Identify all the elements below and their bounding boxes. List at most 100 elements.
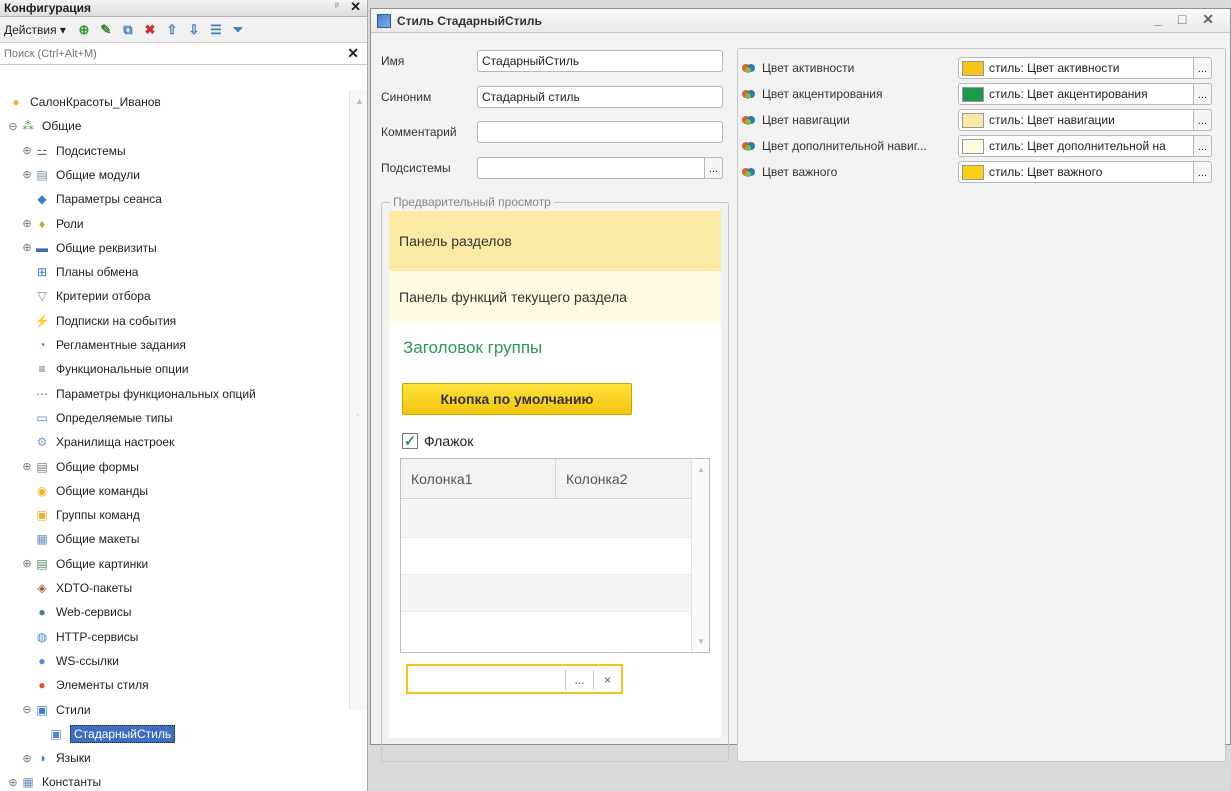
clear-icon[interactable]: × (593, 670, 621, 690)
copy-icon[interactable]: ⧉ (120, 22, 136, 38)
preview-input-field[interactable]: ... × (406, 664, 623, 694)
name-field[interactable]: СтадарныйСтиль (477, 50, 723, 72)
color-row[interactable]: Цвет активности стиль: Цвет активности... (742, 57, 1212, 79)
color-select-button[interactable]: ... (1194, 161, 1212, 183)
edit-icon[interactable]: ✎ (98, 22, 114, 38)
tree-item[interactable]: ⊕ ▦ Константы (6, 770, 101, 791)
actions-menu[interactable]: Действия ▾ (4, 23, 66, 37)
add-icon[interactable]: ⊕ (76, 22, 92, 38)
tree-scrollbar[interactable]: ▲ ▫ (349, 90, 367, 710)
scroll-thumb[interactable]: ▫ (356, 410, 360, 421)
tree-item[interactable]: ● Web-сервисы (20, 600, 131, 624)
tree-item[interactable]: ⊕ ▤ Общие модули (20, 163, 140, 187)
color-select-button[interactable]: ... (1194, 83, 1212, 105)
preview-table[interactable]: Колонка1 Колонка2 ▲ ▼ (400, 458, 710, 653)
search-input[interactable] (0, 43, 330, 64)
tree-item[interactable]: ⊕ ◑ Языки (20, 746, 90, 770)
tree-item[interactable]: ◆ Параметры сеанса (20, 187, 162, 211)
tree-item[interactable]: ● Элементы стиля (20, 673, 148, 697)
tree-item[interactable]: ◈ XDTO-пакеты (20, 576, 132, 600)
tree-item[interactable]: ◔ Регламентные задания (20, 333, 186, 357)
color-value-field[interactable]: стиль: Цвет дополнительной на (958, 135, 1194, 157)
close-icon[interactable]: ✕ (350, 0, 361, 15)
checkmark-icon[interactable]: ✓ (402, 433, 418, 450)
tree-item[interactable]: ⊕ ▤ Общие формы (20, 455, 139, 479)
tree-item[interactable]: ⊕ ⚍ Подсистемы (20, 139, 125, 163)
color-value-field[interactable]: стиль: Цвет важного (958, 161, 1194, 183)
select-button[interactable]: ... (565, 670, 593, 690)
color-row[interactable]: Цвет акцентирования стиль: Цвет акцентиро… (742, 83, 1212, 105)
column-header-2[interactable]: Колонка2 (556, 459, 693, 499)
collapse-icon[interactable]: ⊖ (6, 120, 20, 133)
collapse-icon[interactable]: ⊖ (20, 703, 34, 716)
table-row[interactable] (401, 574, 693, 611)
tree-item[interactable]: ◉ Общие команды (20, 479, 148, 503)
tree-item[interactable]: ▣ СтадарныйСтиль (34, 722, 176, 746)
tree-item[interactable]: ⚡ Подписки на события (20, 309, 177, 333)
expand-icon[interactable]: ⊕ (6, 776, 20, 789)
subsystems-select-button[interactable]: ... (705, 157, 723, 179)
color-row[interactable]: Цвет дополнительной навиг... стиль: Цвет … (742, 135, 1212, 157)
pin-icon[interactable]: ᵖ (335, 1, 339, 12)
color-value-field[interactable]: стиль: Цвет акцентирования (958, 83, 1194, 105)
expand-icon[interactable]: ⊕ (20, 241, 34, 254)
tree-item[interactable]: ▽ Критерии отбора (20, 284, 150, 308)
table-scrollbar[interactable]: ▲ ▼ (691, 459, 709, 652)
default-button[interactable]: Кнопка по умолчанию (402, 383, 632, 415)
column-header-1[interactable]: Колонка1 (401, 459, 556, 499)
scroll-down-icon[interactable]: ▼ (697, 637, 705, 646)
tree-item[interactable]: ≡ Функциональные опции (20, 357, 188, 381)
tree-item[interactable]: ◍ HTTP-сервисы (20, 625, 139, 649)
color-swatch (962, 112, 984, 128)
expand-icon[interactable]: ⊕ (20, 168, 34, 181)
color-value-field[interactable]: стиль: Цвет активности (958, 57, 1194, 79)
checkbox[interactable]: ✓ Флажок (402, 433, 473, 450)
color-row[interactable]: Цвет важного стиль: Цвет важного... (742, 161, 1212, 183)
tree-item[interactable]: ⊖ ▣ Стили (20, 698, 90, 722)
tree-item-label: WS-ссылки (56, 653, 119, 668)
web-services-icon: ● (38, 605, 46, 620)
tree-item[interactable]: ⊕ ♦ Роли (20, 212, 83, 236)
table-row[interactable] (401, 611, 693, 648)
window-controls[interactable]: _ □ ✕ (1154, 11, 1220, 28)
synonym-field[interactable]: Стадарный стиль (477, 86, 723, 108)
tree-item[interactable]: ● СалонКрасоты_Иванов (6, 90, 160, 114)
color-row[interactable]: Цвет навигации стиль: Цвет навигации... (742, 109, 1212, 131)
tree-item[interactable]: ⊕ ▤ Общие картинки (20, 552, 148, 576)
color-value-field[interactable]: стиль: Цвет навигации (958, 109, 1194, 131)
table-row[interactable] (401, 537, 693, 574)
tree-item-label: Параметры сеанса (56, 192, 162, 207)
tree-item[interactable]: ⊖ ⁂ Общие (6, 114, 81, 138)
tree-item[interactable]: ⊞ Планы обмена (20, 260, 138, 284)
tree-item[interactable]: ▭ Определяемые типы (20, 406, 172, 430)
expand-icon[interactable]: ⊕ (20, 217, 34, 230)
scroll-up-icon[interactable]: ▲ (697, 465, 705, 474)
table-row[interactable] (401, 500, 693, 537)
tree-item[interactable]: ⚙ Хранилища настроек (20, 430, 175, 454)
clear-search-icon[interactable]: ✕ (347, 45, 359, 62)
tree-item[interactable]: ⋯ Параметры функциональных опций (20, 382, 256, 406)
tree-item-label: Подписки на события (56, 313, 177, 328)
scroll-up-icon[interactable]: ▲ (355, 96, 364, 106)
tree-item[interactable]: ⊕ ▬ Общие реквизиты (20, 236, 156, 260)
move-down-icon[interactable]: ⇩ (186, 22, 202, 38)
list-icon[interactable]: ☰ (208, 22, 224, 38)
expand-icon[interactable]: ⊕ (20, 144, 34, 157)
move-up-icon[interactable]: ⇧ (164, 22, 180, 38)
color-select-button[interactable]: ... (1194, 57, 1212, 79)
expand-icon[interactable]: ⊕ (20, 557, 34, 570)
subsystems-field[interactable] (477, 157, 705, 179)
delete-icon[interactable]: ✖ (142, 22, 158, 38)
filter-icon[interactable]: ⏷ (230, 22, 246, 38)
style-item-icon (742, 63, 760, 73)
color-select-button[interactable]: ... (1194, 135, 1212, 157)
color-select-button[interactable]: ... (1194, 109, 1212, 131)
tree-item[interactable]: ● WS-ссылки (20, 649, 119, 673)
expand-icon[interactable]: ⊕ (20, 460, 34, 473)
comment-field[interactable] (477, 121, 723, 143)
tree-item[interactable]: ▦ Общие макеты (20, 527, 139, 551)
tree-item[interactable]: ▣ Группы команд (20, 503, 140, 527)
sections-panel: Панель разделов (389, 211, 721, 271)
expand-icon[interactable]: ⊕ (20, 752, 34, 765)
name-row: Имя СтадарныйСтиль (381, 50, 723, 72)
